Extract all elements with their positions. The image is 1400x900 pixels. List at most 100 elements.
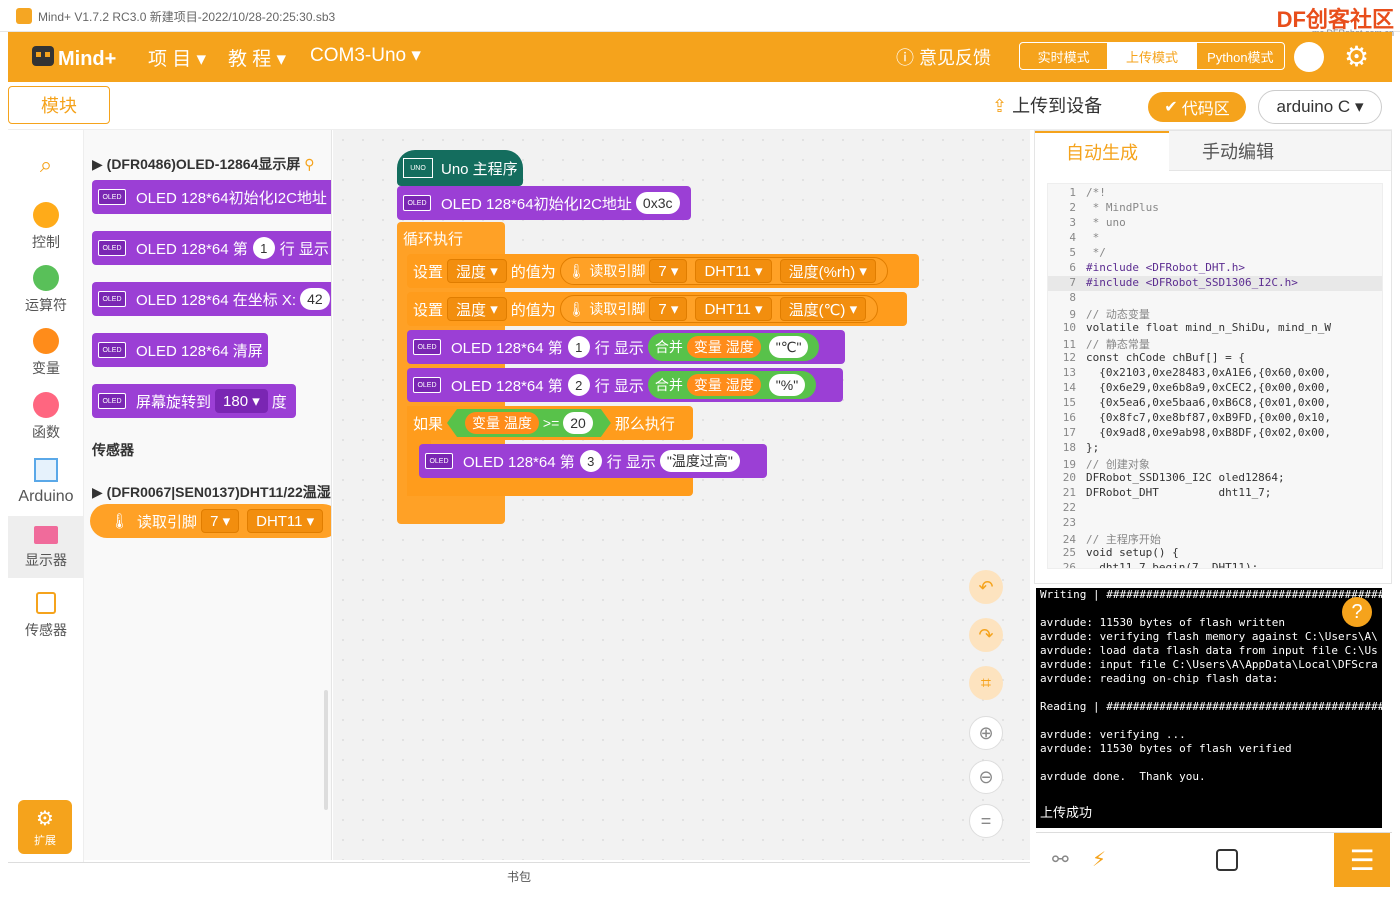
- gear-icon[interactable]: ⚙: [1344, 40, 1369, 73]
- functions-dot-icon: [33, 392, 59, 418]
- upload-to-device-button[interactable]: ⇪ 上传到设备: [992, 92, 1102, 118]
- block-set-temperature[interactable]: 设置 温度 ▾ 的值为 🌡 读取引脚 7 ▾ DHT11 ▾ 温度(℃) ▾: [407, 292, 907, 326]
- list-icon: ☰: [1349, 844, 1375, 876]
- palette-section-dht[interactable]: ▶ (DFR0067|SEN0137)DHT11/22温湿: [92, 482, 331, 502]
- code-panel: 自动生成 手动编辑 1/*! 2 * MindPlus 3 * uno 4 * 5 */…: [1034, 130, 1392, 584]
- category-variables[interactable]: 变量: [8, 328, 84, 378]
- category-list: ⌕ 控制 运算符 变量 函数 Arduino 显示器 传感器 ⚙ 扩展: [8, 130, 84, 890]
- block-palette: ▶ (DFR0486)OLED-12864显示屏 ⚲ OLED OLED 128*…: [84, 130, 332, 860]
- palette-block-oled-xy[interactable]: OLED OLED 128*64 在坐标 X: 42: [92, 282, 331, 316]
- bookbag-bar[interactable]: 书包: [8, 862, 1030, 890]
- zoom-out-button[interactable]: ⊖: [969, 760, 1003, 794]
- question-icon: ?: [1351, 600, 1363, 623]
- language-select[interactable]: arduino C ▾: [1258, 90, 1382, 124]
- extension-button[interactable]: ⚙ 扩展: [18, 800, 72, 854]
- realtime-mode-tab[interactable]: 实时模式: [1020, 43, 1109, 69]
- check-icon: ✔: [1164, 99, 1178, 116]
- usb-icon[interactable]: ⚯: [1052, 847, 1069, 872]
- code-line: 25 void setup() {: [1062, 546, 1179, 559]
- sensor-icon: [36, 592, 56, 614]
- crop-button[interactable]: ⌗: [969, 666, 1003, 700]
- user-avatar-icon[interactable]: [1294, 42, 1324, 72]
- serial-console[interactable]: Writing | ##############################…: [1036, 588, 1382, 828]
- code-line: 7 #include <DFRobot_SSD1306_I2C.h>: [1048, 276, 1382, 291]
- category-sensor[interactable]: 传感器: [8, 592, 84, 640]
- chip-icon: [34, 458, 58, 482]
- undo-button[interactable]: ↶: [969, 570, 1003, 604]
- feedback-button[interactable]: ⓘ 意见反馈: [896, 44, 991, 70]
- code-line: 10 volatile float mind_n_ShiDu, mind_n_W: [1062, 321, 1332, 334]
- mode-switch[interactable]: 实时模式 上传模式 Python模式: [1019, 42, 1285, 70]
- tab-modules[interactable]: 模块: [8, 86, 110, 124]
- code-editor[interactable]: 1/*! 2 * MindPlus 3 * uno 4 * 5 */ 6 #include …: [1047, 183, 1383, 569]
- robot-logo-icon: Mind+: [32, 46, 116, 70]
- script-workspace[interactable]: UNO Uno 主程序 OLED OLED 128*64初始化I2C地址 0x3c 循…: [333, 130, 1030, 860]
- code-line: 20 DFRobot_SSD1306_I2C oled12864;: [1062, 471, 1285, 484]
- sensors-heading: 传感器: [92, 442, 134, 458]
- category-arduino[interactable]: Arduino: [8, 458, 84, 506]
- block-oled-line3[interactable]: OLED OLED 128*64 第3行 显示 "温度过高": [419, 444, 767, 478]
- code-area-toggle[interactable]: ✔ 代码区: [1148, 92, 1246, 122]
- code-line: 1/*!: [1069, 186, 1106, 199]
- hat-block-uno-main[interactable]: UNO Uno 主程序: [397, 150, 523, 186]
- oled-icon: OLED: [98, 291, 126, 307]
- zoom-in-icon: ⊕: [978, 722, 994, 743]
- redo-button[interactable]: ↷: [969, 618, 1003, 652]
- zoom-in-button[interactable]: ⊕: [969, 716, 1003, 750]
- crop-icon: ⌗: [980, 672, 992, 693]
- oled-icon: OLED: [98, 189, 126, 205]
- oled-icon: OLED: [413, 377, 441, 393]
- eraser-icon[interactable]: [1216, 849, 1238, 871]
- mindplus-logo[interactable]: Mind+: [30, 40, 130, 74]
- pin-icon: ⚲: [304, 156, 315, 172]
- oled-icon: OLED: [425, 453, 453, 469]
- menu-tutorial[interactable]: 教 程 ▾: [228, 44, 286, 71]
- block-oled-line1[interactable]: OLED OLED 128*64 第1行 显示 合并 变量 湿度 "℃": [407, 330, 845, 364]
- menu-project[interactable]: 项 目 ▾: [148, 44, 206, 71]
- block-oled-init[interactable]: OLED OLED 128*64初始化I2C地址 0x3c: [397, 186, 691, 220]
- palette-scrollbar[interactable]: [324, 690, 328, 810]
- oled-icon: OLED: [98, 240, 126, 256]
- category-operators[interactable]: 运算符: [8, 265, 84, 315]
- code-line: 6 #include <DFRobot_DHT.h>: [1069, 261, 1245, 274]
- menu-port[interactable]: COM3-Uno ▾: [310, 44, 421, 67]
- palette-block-oled-line[interactable]: OLED OLED 128*64 第1行 显示: [92, 231, 331, 265]
- menu-list-button[interactable]: ☰: [1334, 833, 1390, 887]
- zoom-reset-button[interactable]: =: [969, 804, 1003, 838]
- upload-icon: ⇪: [992, 96, 1008, 116]
- uno-board-icon: UNO: [403, 158, 433, 178]
- palette-block-oled-init[interactable]: OLED OLED 128*64初始化I2C地址: [92, 180, 331, 214]
- block-if[interactable]: 如果 变量 温度 >= 20 那么执行: [407, 406, 693, 440]
- category-control[interactable]: 控制: [8, 202, 84, 252]
- help-button[interactable]: ?: [1342, 597, 1372, 627]
- loop-label: 循环执行: [403, 231, 464, 248]
- console-line: avrdude: 11530 bytes of flash written: [1040, 616, 1286, 629]
- redo-icon: ↷: [978, 624, 994, 645]
- control-dot-icon: [33, 202, 59, 228]
- tab-manual-edit[interactable]: 手动编辑: [1171, 131, 1305, 171]
- help-circle-icon: ⓘ: [896, 48, 914, 68]
- python-mode-tab[interactable]: Python模式: [1197, 43, 1284, 69]
- category-display[interactable]: 显示器: [8, 516, 84, 578]
- usb-disconnect-icon[interactable]: ⚡: [1092, 847, 1106, 872]
- block-set-humidity[interactable]: 设置 湿度 ▾ 的值为 🌡 读取引脚 7 ▾ DHT11 ▾ 湿度(%rh) ▾: [407, 254, 919, 288]
- console-line: avrdude: verifying ...: [1040, 728, 1186, 741]
- search-blocks[interactable]: ⌕: [8, 152, 84, 178]
- palette-block-dht-read[interactable]: 🌡 读取引脚 7 ▾ DHT11 ▾: [90, 504, 331, 538]
- tab-auto-generate[interactable]: 自动生成: [1035, 131, 1169, 171]
- category-functions[interactable]: 函数: [8, 392, 84, 442]
- upload-mode-tab[interactable]: 上传模式: [1108, 43, 1197, 69]
- zoom-out-icon: ⊖: [978, 766, 994, 787]
- code-line: 13 {0x2103,0xe28483,0xA1E6,{0x60,0x00,: [1062, 366, 1332, 379]
- palette-block-oled-clear[interactable]: OLED OLED 128*64 清屏: [92, 333, 268, 367]
- thermometer-icon: 🌡: [567, 300, 586, 317]
- code-line: 24// 主程序开始: [1062, 533, 1161, 546]
- code-line: 26 dht11_7.begin(7, DHT11);: [1062, 561, 1259, 569]
- palette-section-oled[interactable]: ▶ (DFR0486)OLED-12864显示屏 ⚲: [92, 154, 315, 174]
- code-line: 21 DFRobot_DHT dht11_7;: [1062, 486, 1272, 499]
- palette-block-rotate[interactable]: OLED 屏幕旋转到 180 ▾ 度: [92, 384, 296, 418]
- block-oled-line2[interactable]: OLED OLED 128*64 第2行 显示 合并 变量 湿度 "%": [407, 368, 843, 402]
- console-line: avrdude: verifying flash memory against …: [1040, 630, 1378, 643]
- undo-icon: ↶: [978, 576, 994, 597]
- code-line: 11// 静态常量: [1062, 338, 1150, 351]
